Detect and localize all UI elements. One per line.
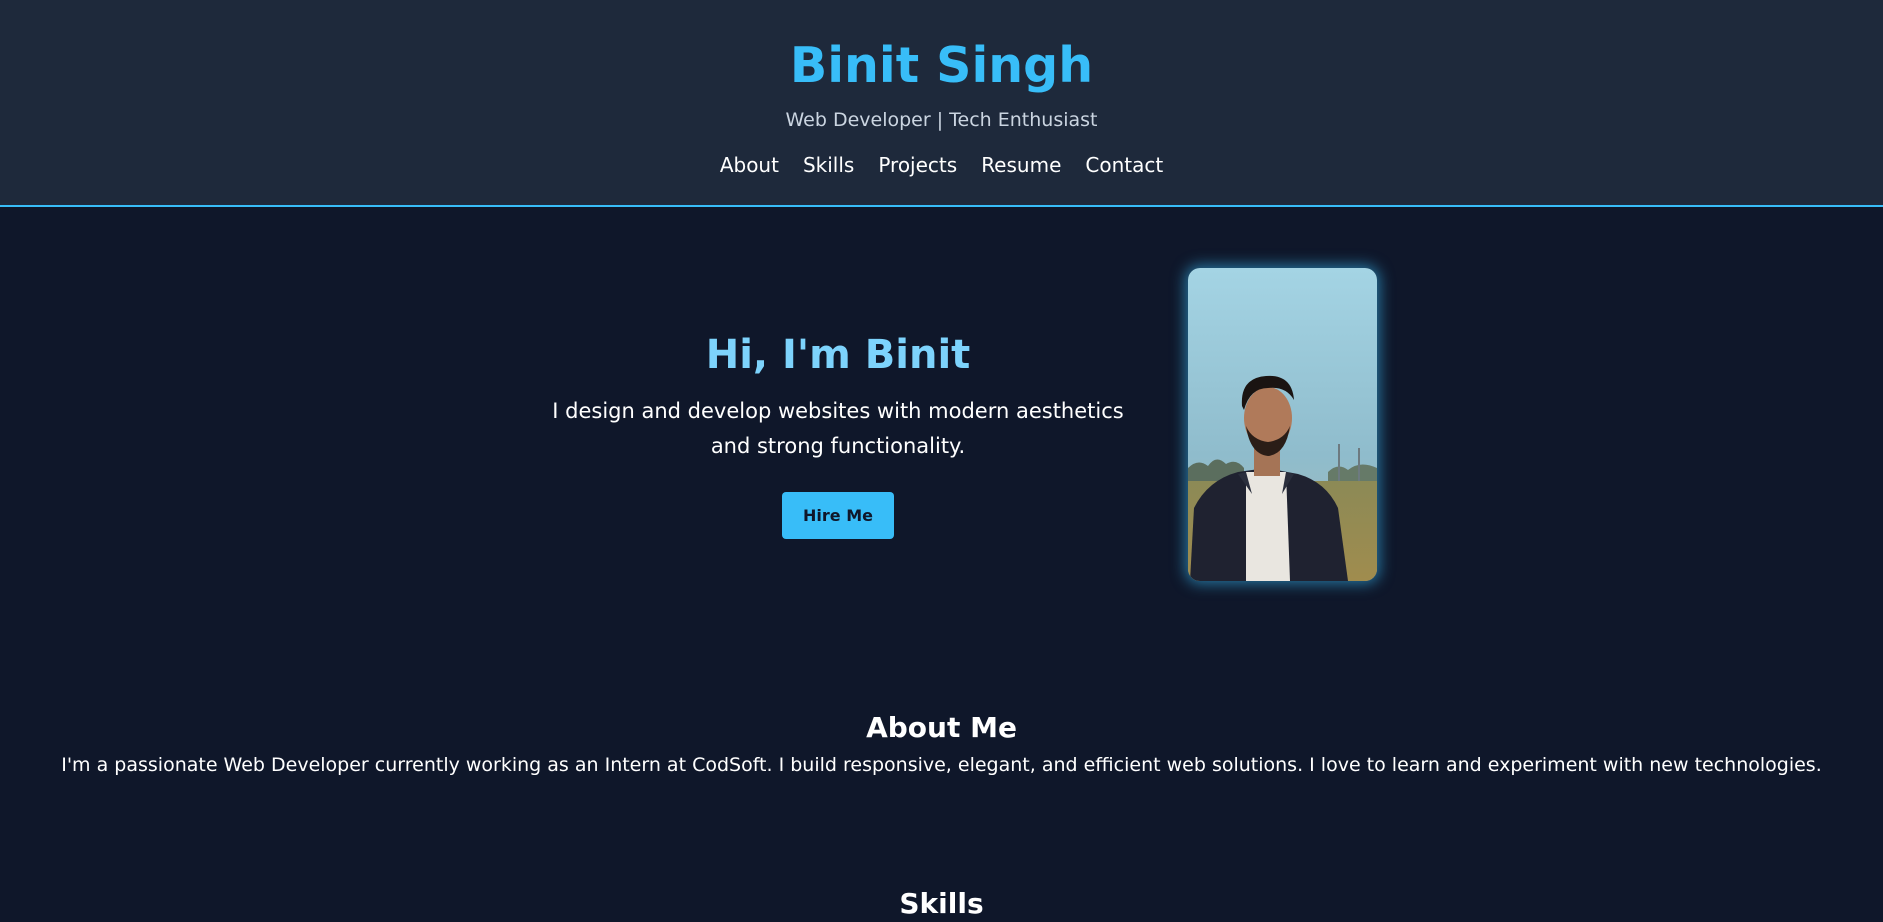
about-section: About Me I'm a passionate Web Developer … [0,710,1883,778]
skills-heading: Skills [899,887,984,920]
tagline: Web Developer | Tech Enthusiast [785,109,1098,131]
hero-section: Hi, I'm Binit I design and develop websi… [0,207,1883,657]
hire-me-button[interactable]: Hire Me [782,492,894,539]
hero-description: I design and develop websites with moder… [552,399,1124,458]
main-nav: About Skills Projects Resume Contact [0,152,1883,178]
about-heading: About Me [866,711,1017,744]
about-text: I'm a passionate Web Developer currently… [61,754,1822,776]
nav-contact[interactable]: Contact [1085,152,1163,178]
site-title: Binit Singh [789,37,1094,94]
nav-projects[interactable]: Projects [878,152,957,178]
site-header: Binit Singh Web Developer | Tech Enthusi… [0,0,1883,207]
nav-resume[interactable]: Resume [981,152,1061,178]
hero-text: Hi, I'm Binit I design and develop websi… [538,330,1138,539]
hero-heading: Hi, I'm Binit [705,332,971,378]
profile-photo [1188,268,1377,581]
nav-about[interactable]: About [720,152,779,178]
nav-skills[interactable]: Skills [803,152,854,178]
